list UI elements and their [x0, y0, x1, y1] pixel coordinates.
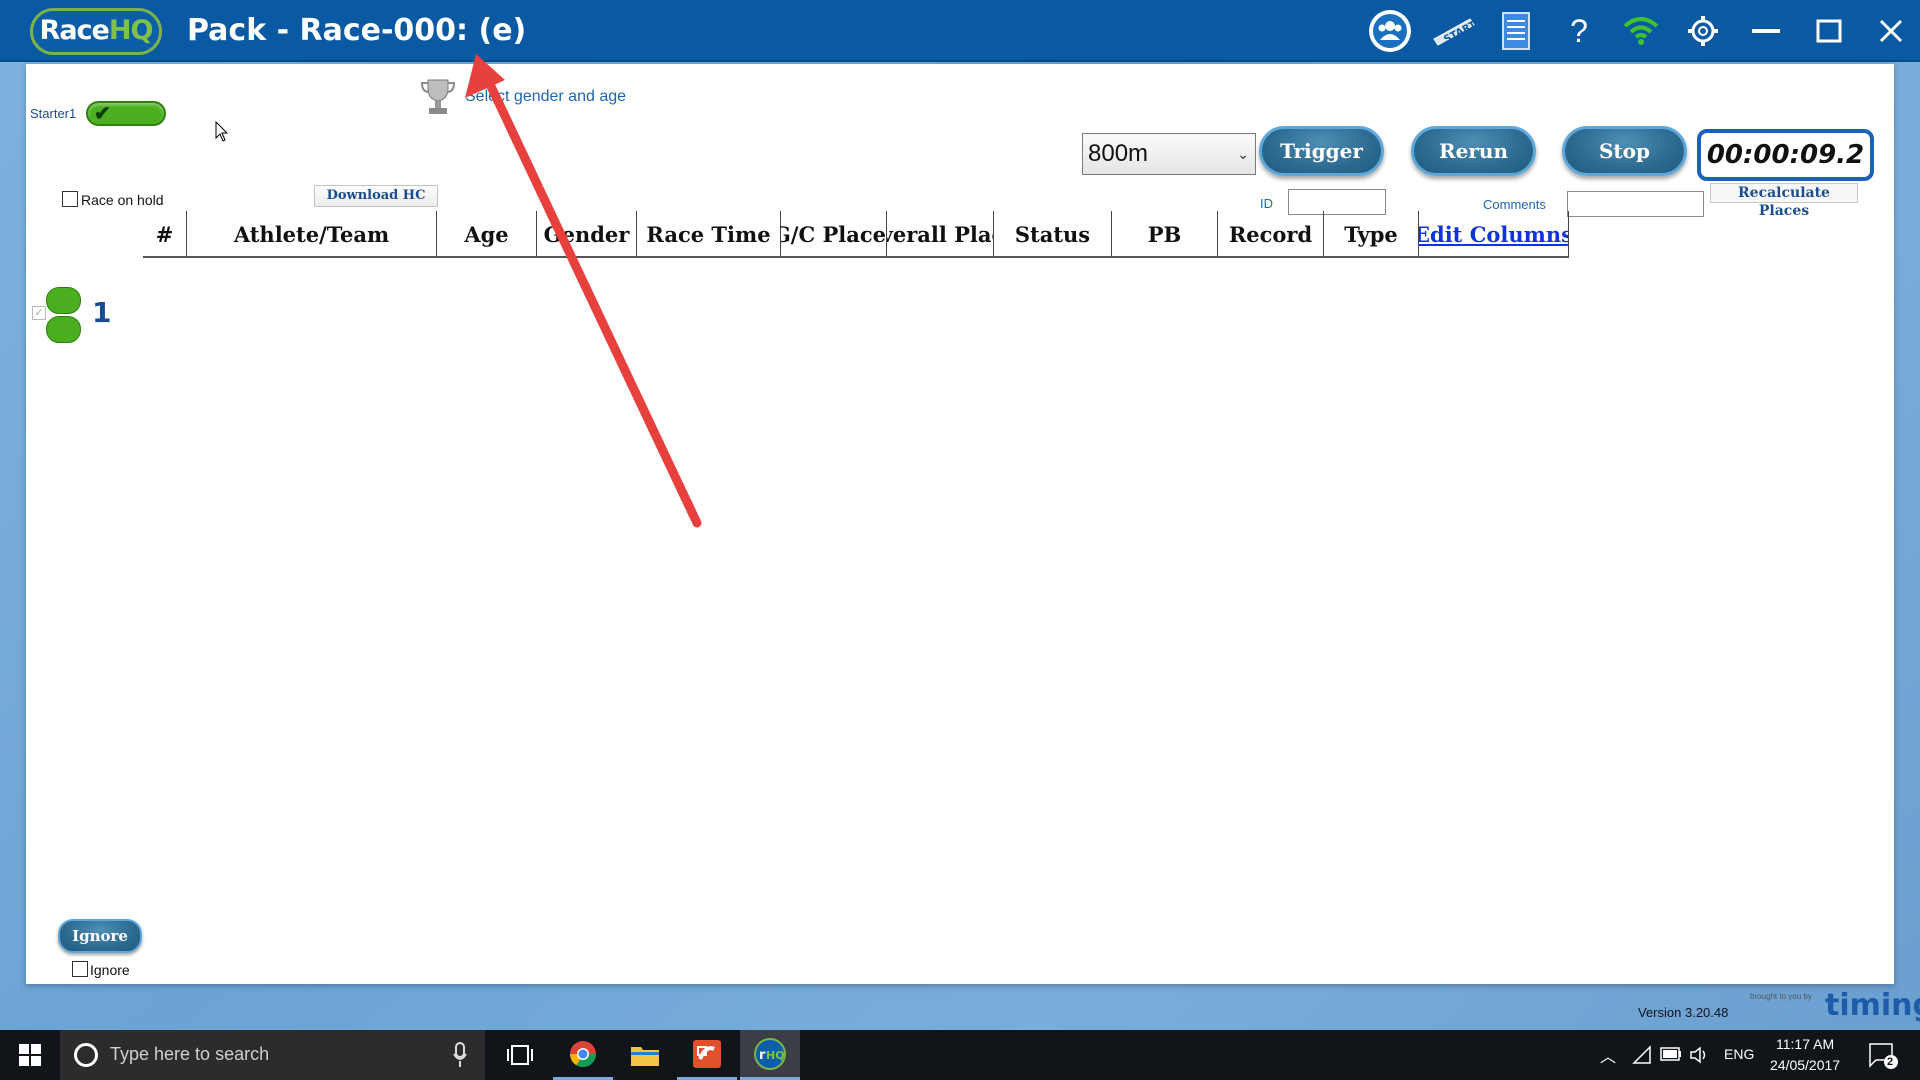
network-icon[interactable]: [1632, 1045, 1652, 1065]
download-hc-button[interactable]: Download HC: [314, 185, 438, 207]
svg-text:r: r: [759, 1048, 766, 1063]
edit-columns-link[interactable]: Edit Columns: [1419, 211, 1569, 257]
chrome-icon[interactable]: [553, 1030, 613, 1080]
start-icon[interactable]: START: [1430, 9, 1476, 53]
timing-solutions-logo: timing: [1825, 988, 1920, 1023]
team-icon[interactable]: [1367, 9, 1413, 53]
notification-icon[interactable]: [1868, 1042, 1898, 1070]
racehq-taskbar-icon[interactable]: r HQ: [740, 1030, 800, 1080]
task-view-icon[interactable]: [490, 1030, 550, 1080]
table-header-divider: [143, 256, 1569, 258]
trophy-icon[interactable]: [420, 77, 456, 117]
windows-taskbar: Type here to search r HQ ︿ ENG 11:17 AM 2…: [0, 1030, 1920, 1080]
starter-status-toggle[interactable]: ✔: [86, 101, 166, 126]
comments-input[interactable]: [1567, 191, 1704, 217]
app-title: Pack - Race-000: (e): [187, 13, 527, 48]
snagit-icon[interactable]: [677, 1030, 737, 1080]
ignore-checkbox[interactable]: [72, 961, 88, 977]
app-titlebar: RaceHQ Pack - Race-000: (e) START ?: [0, 0, 1920, 62]
check-icon: ✔: [94, 103, 111, 125]
col-header-overall-place[interactable]: Overall Place: [887, 211, 994, 257]
distance-select[interactable]: 800m ⌄: [1082, 133, 1256, 175]
race-timer: 00:00:09.2: [1697, 129, 1874, 181]
microphone-icon[interactable]: [453, 1042, 467, 1068]
svg-text:START: START: [1442, 19, 1476, 45]
col-header-agc-place[interactable]: A/G/C Place: [781, 211, 887, 257]
lane-start-indicator: [46, 287, 81, 314]
version-label: Version 3.20.48: [1638, 1005, 1729, 1020]
language-indicator[interactable]: ENG: [1724, 1046, 1754, 1062]
settings-icon[interactable]: [1680, 9, 1726, 53]
ignore-button[interactable]: Ignore: [58, 919, 142, 953]
col-header-pb[interactable]: PB: [1112, 211, 1218, 257]
select-gender-age-link[interactable]: Select gender and age: [465, 88, 626, 106]
col-header-record[interactable]: Record: [1218, 211, 1324, 257]
windows-start-icon[interactable]: [0, 1030, 60, 1080]
lane-finish-indicator: [46, 316, 81, 343]
stop-button[interactable]: Stop: [1562, 126, 1687, 176]
chevron-down-icon: ⌄: [1237, 146, 1249, 162]
brand-tagline: brought to you by: [1750, 992, 1812, 1001]
notification-count: 2: [1887, 1056, 1894, 1068]
col-header-number[interactable]: #: [143, 211, 187, 257]
close-icon[interactable]: [1868, 9, 1914, 53]
lane-number: 1: [92, 296, 112, 329]
col-header-type[interactable]: Type: [1324, 211, 1419, 257]
minimize-icon[interactable]: [1743, 9, 1789, 53]
race-on-hold-checkbox[interactable]: [62, 191, 78, 207]
race-on-hold-label: Race on hold: [81, 192, 164, 208]
help-icon[interactable]: ?: [1556, 9, 1602, 53]
clock-date[interactable]: 24/05/2017: [1770, 1057, 1840, 1073]
distance-select-value: 800m: [1088, 140, 1149, 167]
list-icon[interactable]: [1493, 9, 1539, 53]
racehq-logo: RaceHQ: [30, 8, 162, 55]
volume-icon[interactable]: [1689, 1045, 1711, 1065]
maximize-icon[interactable]: [1806, 9, 1852, 53]
comments-label: Comments: [1483, 197, 1546, 212]
lane-checkbox[interactable]: ✓: [32, 306, 46, 320]
trigger-button[interactable]: Trigger: [1259, 126, 1384, 176]
recalculate-places-button[interactable]: Recalculate Places: [1710, 183, 1858, 219]
cortana-icon: [74, 1043, 98, 1067]
wifi-icon[interactable]: [1618, 9, 1664, 53]
col-header-gender[interactable]: Gender: [537, 211, 637, 257]
svg-text:HQ: HQ: [766, 1049, 785, 1062]
col-header-race-time[interactable]: Race Time: [637, 211, 781, 257]
battery-icon[interactable]: [1660, 1047, 1682, 1061]
file-explorer-icon[interactable]: [615, 1030, 675, 1080]
starter-label: Starter1: [30, 106, 77, 121]
col-header-athlete[interactable]: Athlete/Team: [187, 211, 437, 257]
mouse-cursor-icon: [215, 121, 229, 142]
rerun-button[interactable]: Rerun: [1411, 126, 1536, 176]
id-label: ID: [1260, 196, 1273, 211]
tray-chevron-up-icon[interactable]: ︿: [1600, 1043, 1616, 1067]
col-header-age[interactable]: Age: [437, 211, 537, 257]
search-placeholder: Type here to search: [110, 1044, 270, 1064]
taskbar-search-box[interactable]: Type here to search: [60, 1030, 485, 1080]
ignore-checkbox-label: Ignore: [90, 962, 130, 978]
col-header-status[interactable]: Status: [994, 211, 1112, 257]
clock-time[interactable]: 11:17 AM: [1776, 1036, 1834, 1052]
